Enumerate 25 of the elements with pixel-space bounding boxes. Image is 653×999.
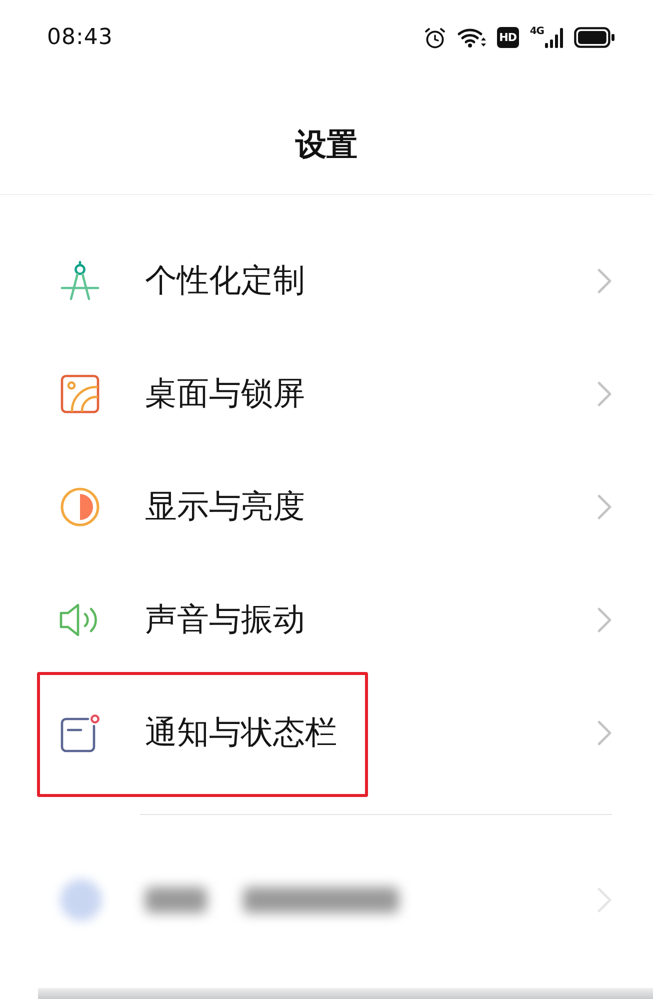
blurred-text — [145, 887, 207, 913]
chevron-icon — [597, 268, 612, 294]
hd-badge: HD — [496, 27, 519, 48]
settings-item[interactable]: 声音与振动 — [0, 563, 653, 676]
chevron-icon — [597, 887, 612, 913]
signal-bars-icon — [545, 28, 563, 48]
network-type-label: 4G — [530, 27, 544, 37]
compass-icon — [59, 260, 101, 300]
chevron-icon — [597, 494, 612, 520]
notification-icon — [59, 712, 101, 752]
chevron-icon — [597, 380, 612, 406]
battery-icon — [574, 27, 615, 48]
blurred-circle-icon — [60, 879, 102, 921]
settings-item[interactable]: 个性化定制 — [0, 224, 653, 337]
chevron-icon — [597, 606, 612, 632]
wifi-icon — [456, 27, 486, 48]
clock-time: 08:43 — [47, 25, 113, 50]
settings-item[interactable]: 桌面与锁屏 — [0, 337, 653, 450]
half-circle-icon — [59, 486, 101, 526]
chevron-icon — [597, 720, 612, 746]
page-title: 设置 — [296, 126, 358, 164]
settings-item[interactable]: 显示与亮度 — [0, 450, 653, 563]
wallpaper-icon — [59, 374, 101, 414]
settings-item[interactable]: 通知与状态栏 — [0, 676, 653, 789]
alarm-icon — [424, 26, 446, 48]
